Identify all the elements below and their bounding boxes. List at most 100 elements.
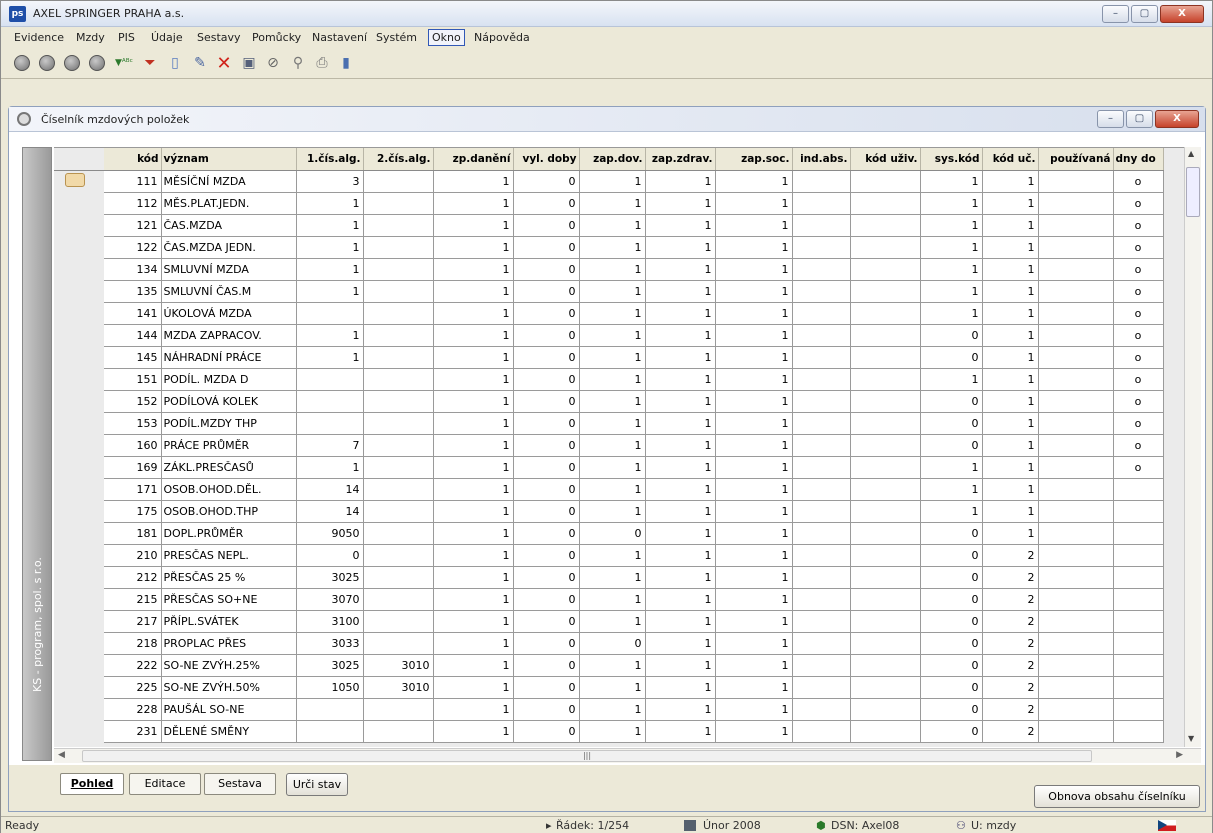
- table-cell[interactable]: 0: [920, 588, 983, 611]
- table-cell[interactable]: 1: [645, 478, 716, 501]
- table-cell[interactable]: 1: [645, 236, 716, 259]
- table-cell[interactable]: 0: [513, 698, 580, 721]
- table-cell[interactable]: [363, 610, 434, 633]
- table-cell[interactable]: o: [1113, 258, 1164, 281]
- table-cell[interactable]: PODÍLOVÁ KOLEK: [161, 390, 297, 413]
- row-indicator[interactable]: [54, 346, 104, 368]
- table-cell[interactable]: 0: [513, 390, 580, 413]
- table-cell[interactable]: 7: [296, 434, 364, 457]
- table-cell[interactable]: 0: [920, 676, 983, 699]
- table-cell[interactable]: 228: [104, 698, 162, 721]
- table-cell[interactable]: 1: [715, 654, 793, 677]
- table-cell[interactable]: 1: [982, 214, 1039, 237]
- table-cell[interactable]: 1: [645, 412, 716, 435]
- scroll-right-icon[interactable]: ▶: [1176, 750, 1183, 760]
- table-cell[interactable]: 212: [104, 566, 162, 589]
- table-cell[interactable]: [1038, 434, 1114, 457]
- table-row[interactable]: 218 PROPLAC PŘES 3033 1 0 0 1 1 0 2: [54, 632, 1164, 655]
- table-cell[interactable]: [850, 676, 921, 699]
- table-cell[interactable]: [1113, 632, 1164, 655]
- table-cell[interactable]: 122: [104, 236, 162, 259]
- scroll-up-icon[interactable]: ▲: [1188, 149, 1194, 158]
- table-cell[interactable]: 1: [433, 302, 514, 325]
- table-cell[interactable]: [792, 280, 851, 303]
- table-cell[interactable]: 0: [513, 676, 580, 699]
- table-row[interactable]: 160 PRÁCE PRŮMĚR 7 1 0 1 1 1 0 1 o: [54, 434, 1164, 457]
- table-cell[interactable]: 2: [982, 566, 1039, 589]
- table-cell[interactable]: 0: [513, 478, 580, 501]
- table-cell[interactable]: [363, 478, 434, 501]
- table-cell[interactable]: 1: [579, 720, 646, 743]
- table-cell[interactable]: 2: [982, 676, 1039, 699]
- table-cell[interactable]: [792, 170, 851, 193]
- table-cell[interactable]: 112: [104, 192, 162, 215]
- table-cell[interactable]: [1113, 676, 1164, 699]
- table-cell[interactable]: [850, 456, 921, 479]
- table-cell[interactable]: 141: [104, 302, 162, 325]
- table-cell[interactable]: [792, 676, 851, 699]
- table-cell[interactable]: [363, 544, 434, 567]
- table-row[interactable]: 112 MĚS.PLAT.JEDN. 1 1 0 1 1 1 1 1 o: [54, 192, 1164, 215]
- table-cell[interactable]: o: [1113, 214, 1164, 237]
- table-cell[interactable]: [1113, 698, 1164, 721]
- table-cell[interactable]: [363, 302, 434, 325]
- table-cell[interactable]: 160: [104, 434, 162, 457]
- menu-mzdy[interactable]: Mzdy: [73, 30, 108, 45]
- table-cell[interactable]: 0: [920, 412, 983, 435]
- table-cell[interactable]: 1: [715, 170, 793, 193]
- next-record-icon[interactable]: [61, 52, 83, 74]
- table-cell[interactable]: 1: [433, 500, 514, 523]
- table-cell[interactable]: 2: [982, 588, 1039, 611]
- table-cell[interactable]: 1: [715, 456, 793, 479]
- last-record-icon[interactable]: [86, 52, 108, 74]
- column-header[interactable]: zap.dov.: [579, 148, 646, 171]
- table-cell[interactable]: 1: [645, 434, 716, 457]
- table-cell[interactable]: [363, 192, 434, 215]
- table-cell[interactable]: 1: [433, 522, 514, 545]
- table-cell[interactable]: [1038, 632, 1114, 655]
- row-indicator[interactable]: [54, 192, 104, 214]
- table-cell[interactable]: 171: [104, 478, 162, 501]
- table-cell[interactable]: 1: [579, 566, 646, 589]
- table-cell[interactable]: 210: [104, 544, 162, 567]
- table-cell[interactable]: 0: [296, 544, 364, 567]
- table-cell[interactable]: [363, 566, 434, 589]
- table-cell[interactable]: SMLUVNÍ MZDA: [161, 258, 297, 281]
- table-cell[interactable]: 1: [296, 346, 364, 369]
- table-cell[interactable]: [1038, 544, 1114, 567]
- table-cell[interactable]: 1: [579, 456, 646, 479]
- table-cell[interactable]: o: [1113, 412, 1164, 435]
- table-cell[interactable]: [850, 588, 921, 611]
- table-cell[interactable]: o: [1113, 390, 1164, 413]
- table-cell[interactable]: 0: [513, 346, 580, 369]
- table-row[interactable]: 222 SO-NE ZVÝH.25% 3025 3010 1 0 1 1 1 0 2: [54, 654, 1164, 677]
- menu-evidence[interactable]: Evidence: [11, 30, 67, 45]
- table-cell[interactable]: 1: [296, 258, 364, 281]
- table-cell[interactable]: 1: [296, 456, 364, 479]
- table-cell[interactable]: 1: [579, 346, 646, 369]
- table-cell[interactable]: 0: [513, 280, 580, 303]
- table-cell[interactable]: [363, 434, 434, 457]
- table-cell[interactable]: [1038, 478, 1114, 501]
- table-cell[interactable]: 1: [579, 654, 646, 677]
- child-maximize-button[interactable]: ▢: [1126, 110, 1153, 128]
- table-row[interactable]: 228 PAUŠÁL SO-NE 1 0 1 1 1 0 2: [54, 698, 1164, 721]
- table-cell[interactable]: [296, 412, 364, 435]
- column-header[interactable]: 2.čís.alg.: [363, 148, 434, 171]
- table-cell[interactable]: [363, 412, 434, 435]
- table-cell[interactable]: 1: [645, 192, 716, 215]
- table-cell[interactable]: 1: [645, 456, 716, 479]
- table-cell[interactable]: 217: [104, 610, 162, 633]
- table-cell[interactable]: 144: [104, 324, 162, 347]
- table-cell[interactable]: 1: [645, 632, 716, 655]
- table-cell[interactable]: 1: [296, 214, 364, 237]
- row-indicator[interactable]: [54, 698, 104, 720]
- table-cell[interactable]: 0: [920, 544, 983, 567]
- table-cell[interactable]: 231: [104, 720, 162, 743]
- vertical-scroll-thumb[interactable]: [1186, 167, 1200, 217]
- table-cell[interactable]: [792, 192, 851, 215]
- table-cell[interactable]: 1: [715, 698, 793, 721]
- table-row[interactable]: 141 ÚKOLOVÁ MZDA 1 0 1 1 1 1 1 o: [54, 302, 1164, 325]
- table-cell[interactable]: [1038, 588, 1114, 611]
- table-cell[interactable]: 1: [433, 236, 514, 259]
